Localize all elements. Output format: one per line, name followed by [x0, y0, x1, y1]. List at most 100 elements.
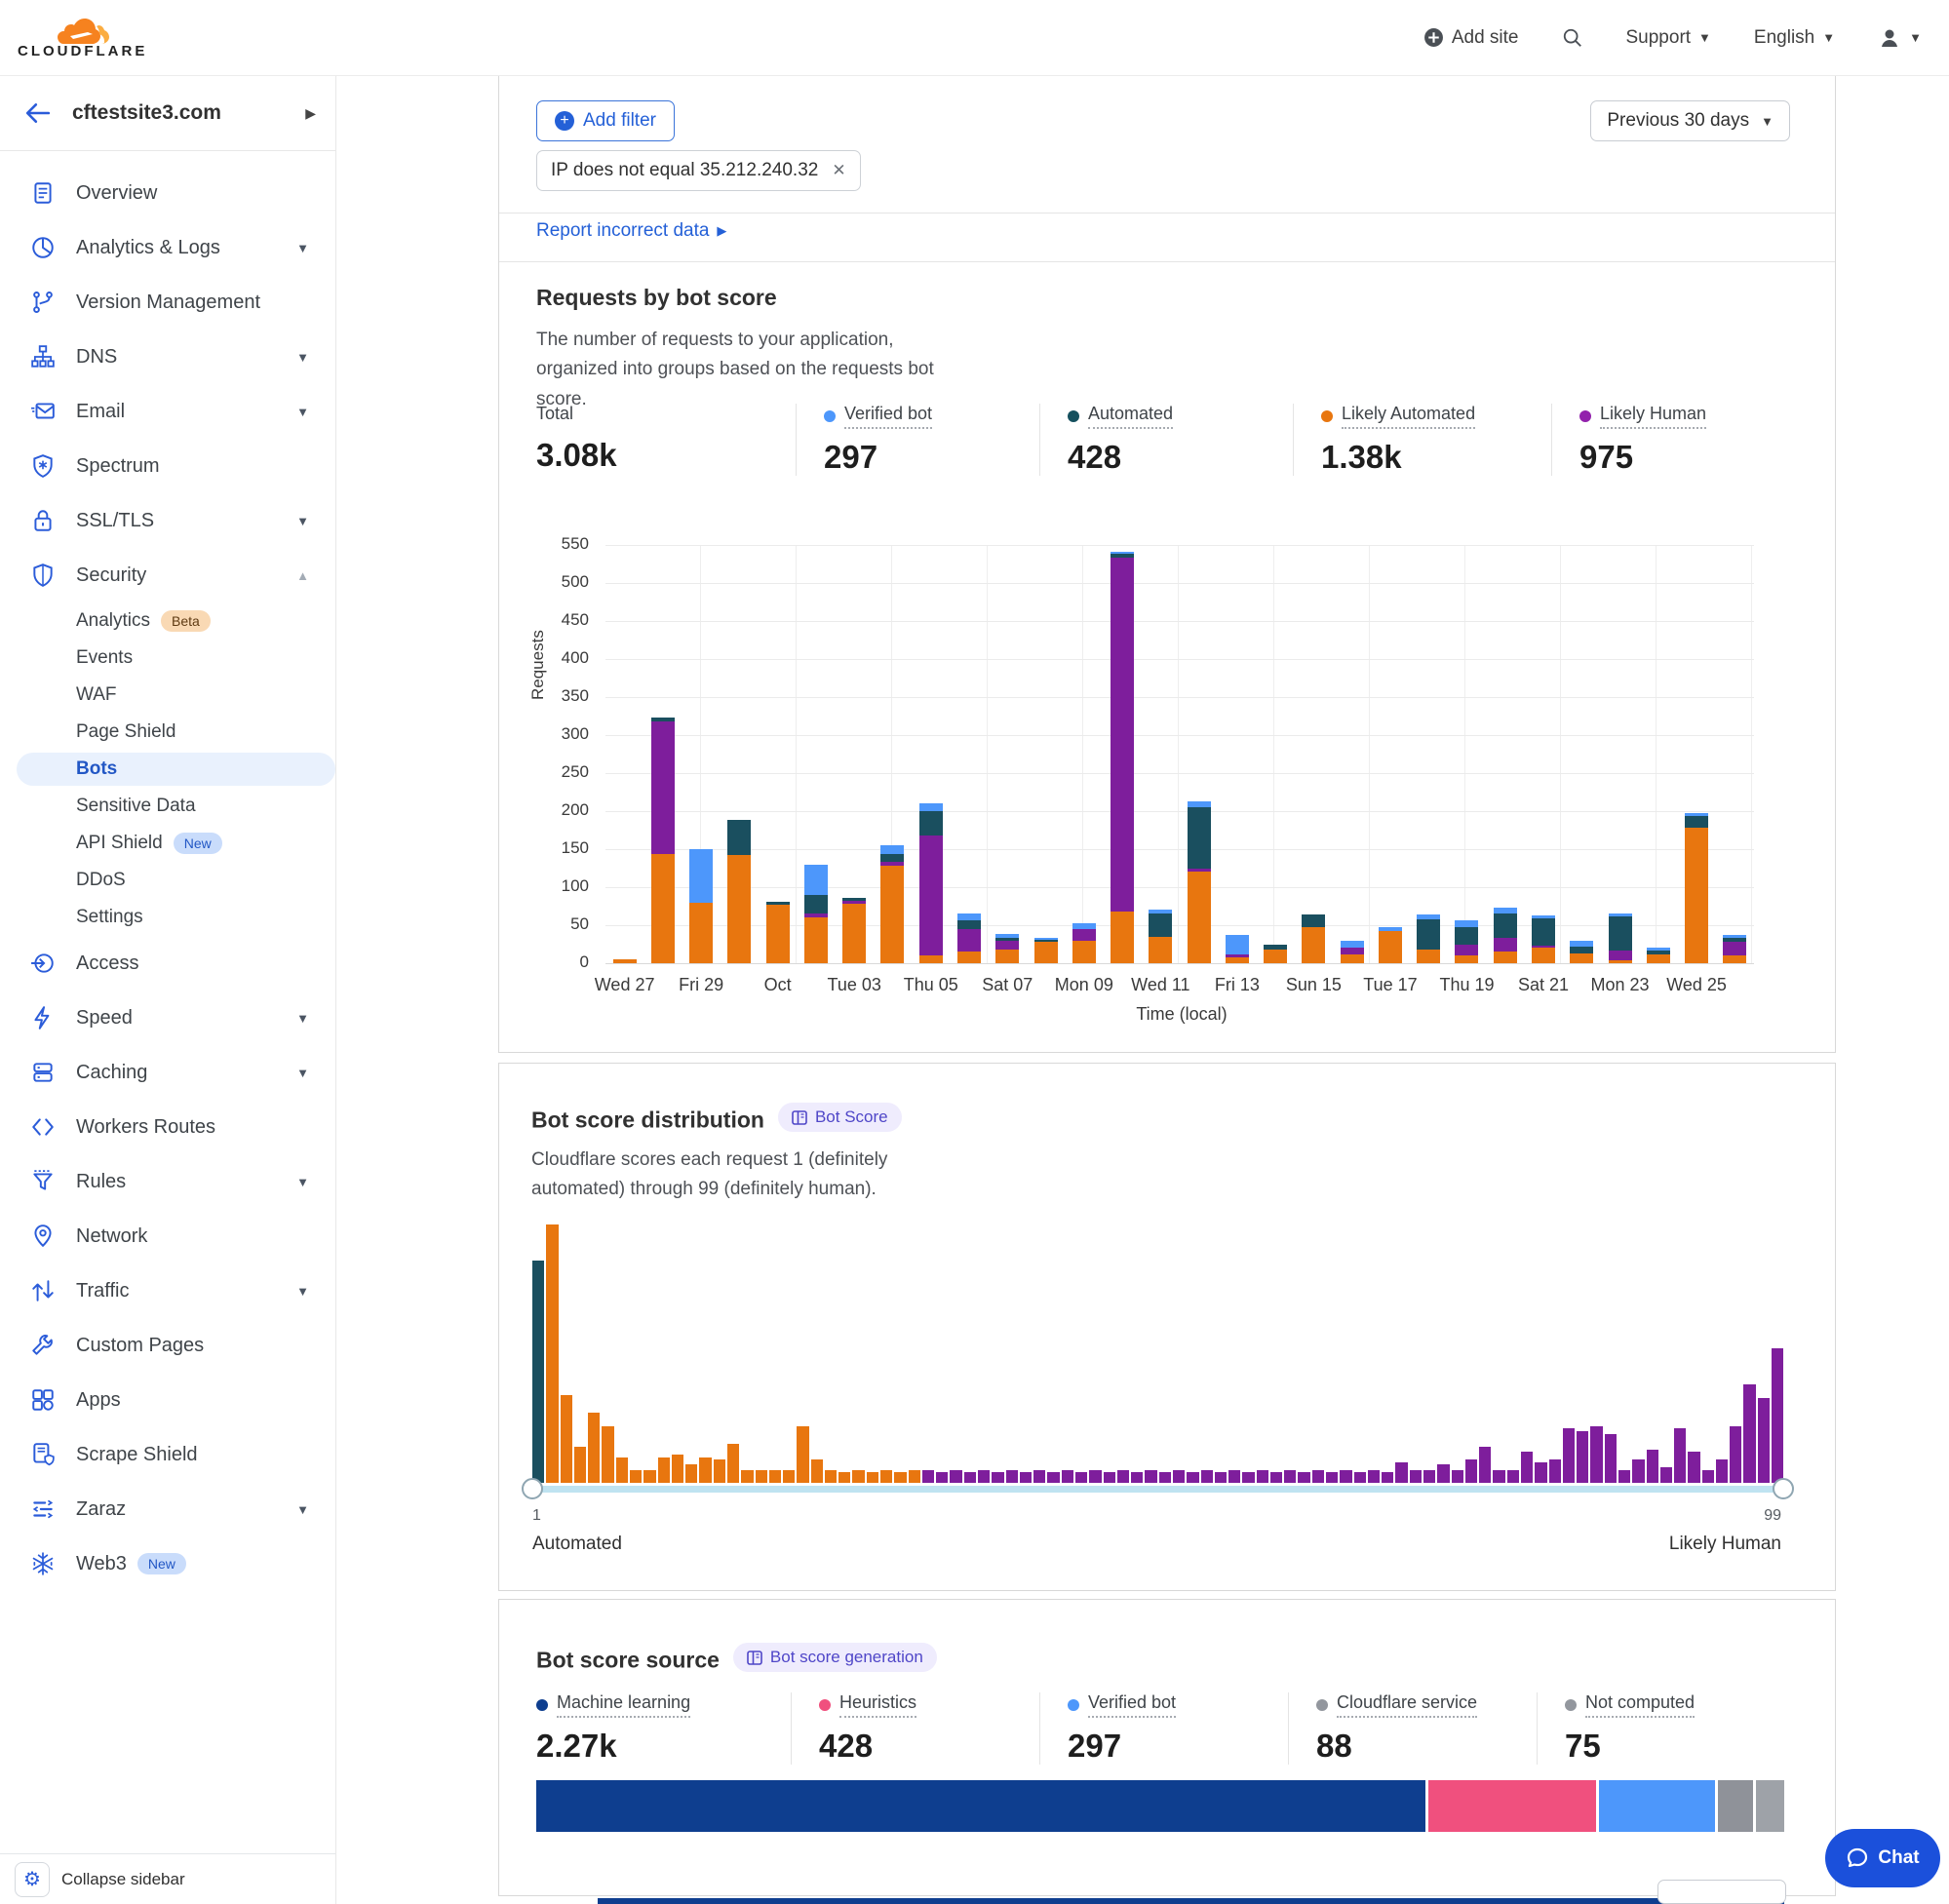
histogram-bar[interactable] [1758, 1398, 1770, 1483]
histogram-bar[interactable] [1493, 1470, 1504, 1483]
stacked-bar[interactable] [1685, 813, 1708, 963]
stacked-bar[interactable] [651, 718, 675, 963]
bot-score-badge[interactable]: Bot Score [778, 1103, 902, 1132]
stacked-bar[interactable] [689, 849, 713, 963]
histogram-bar[interactable] [1145, 1470, 1156, 1483]
histogram-bar[interactable] [1215, 1472, 1227, 1483]
histogram-bar[interactable] [1772, 1348, 1783, 1483]
histogram-bar[interactable] [1743, 1384, 1755, 1483]
histogram-bar[interactable] [546, 1224, 558, 1483]
histogram-bar[interactable] [1006, 1470, 1018, 1483]
sidebar-item-speed[interactable]: Speed▼ [0, 991, 335, 1045]
histogram-bar[interactable] [838, 1472, 850, 1483]
stacked-bar[interactable] [1455, 920, 1478, 963]
histogram-bar[interactable] [1270, 1472, 1282, 1483]
histogram-bar[interactable] [741, 1470, 753, 1483]
sidebar-item-web3[interactable]: Web3New [0, 1536, 335, 1591]
histogram-bar[interactable] [1410, 1470, 1422, 1483]
sidebar-item-ssl-tls[interactable]: SSL/TLS▼ [0, 493, 335, 548]
histogram-bar[interactable] [1047, 1472, 1059, 1483]
histogram-bar[interactable] [727, 1444, 739, 1483]
sidebar-item-analytics[interactable]: AnalyticsBeta [0, 602, 335, 640]
histogram-bar[interactable] [1062, 1470, 1073, 1483]
stacked-bar[interactable] [1264, 945, 1287, 963]
histogram-bar[interactable] [950, 1470, 961, 1483]
histogram-bar[interactable] [1201, 1470, 1213, 1483]
sidebar-item-workers-routes[interactable]: Workers Routes [0, 1100, 335, 1154]
sidebar-item-apps[interactable]: Apps [0, 1373, 335, 1427]
stacked-bar[interactable] [919, 803, 943, 963]
sidebar-item-network[interactable]: Network [0, 1209, 335, 1263]
histogram-bar[interactable] [1730, 1426, 1741, 1483]
source-segment-not-computed[interactable] [1756, 1780, 1784, 1832]
sidebar-item-security[interactable]: Security▲ [0, 548, 335, 602]
histogram-bar[interactable] [1033, 1470, 1045, 1483]
stacked-bar[interactable] [1723, 935, 1746, 963]
histogram-bar[interactable] [685, 1464, 697, 1483]
stacked-bar[interactable] [1532, 915, 1555, 963]
histogram-bar[interactable] [1507, 1470, 1519, 1483]
stacked-bar[interactable] [1341, 941, 1364, 963]
histogram-bar[interactable] [672, 1455, 683, 1483]
histogram-bar[interactable] [1605, 1434, 1617, 1483]
histogram-bar[interactable] [1465, 1459, 1477, 1483]
histogram-bar[interactable] [574, 1447, 586, 1483]
histogram-bar[interactable] [825, 1470, 837, 1483]
histogram-bar[interactable] [783, 1470, 795, 1483]
source-segment-heuristics[interactable] [1428, 1780, 1596, 1832]
histogram-bar[interactable] [1535, 1462, 1546, 1483]
sidebar-item-ddos[interactable]: DDoS [0, 862, 335, 899]
stacked-bar[interactable] [1111, 552, 1134, 963]
histogram-bar[interactable] [1075, 1472, 1087, 1483]
histogram-bar[interactable] [714, 1459, 725, 1483]
histogram-bar[interactable] [699, 1457, 711, 1484]
histogram-bar[interactable] [1228, 1470, 1240, 1483]
histogram-bar[interactable] [797, 1426, 808, 1483]
stacked-bar[interactable] [766, 902, 790, 963]
histogram-bar[interactable] [909, 1470, 920, 1483]
sidebar-item-events[interactable]: Events [0, 640, 335, 677]
histogram-bar[interactable] [1104, 1472, 1115, 1483]
stacked-bar[interactable] [1379, 927, 1402, 963]
histogram-bar[interactable] [1521, 1452, 1533, 1483]
stacked-bar[interactable] [1149, 910, 1172, 963]
back-arrow-icon[interactable] [25, 102, 51, 124]
filter-chip[interactable]: IP does not equal 35.212.240.32 ✕ [536, 150, 861, 191]
histogram-bar[interactable] [1452, 1470, 1463, 1483]
search-button[interactable] [1562, 27, 1583, 49]
histogram-bar[interactable] [532, 1261, 544, 1483]
histogram-bar[interactable] [852, 1470, 864, 1483]
histogram-bar[interactable] [1187, 1472, 1198, 1483]
histogram-bar[interactable] [1716, 1459, 1728, 1483]
stacked-bar[interactable] [613, 959, 637, 963]
histogram-bar[interactable] [1632, 1459, 1644, 1483]
histogram-bar[interactable] [1647, 1450, 1658, 1483]
source-segment-machine-learning[interactable] [536, 1780, 1425, 1832]
language-menu[interactable]: English ▼ [1754, 27, 1835, 49]
sidebar-item-rules[interactable]: Rules▼ [0, 1154, 335, 1209]
slider-handle-max[interactable] [1773, 1478, 1794, 1499]
histogram-bar[interactable] [922, 1470, 934, 1483]
histogram-bar[interactable] [1423, 1470, 1435, 1483]
stacked-bar[interactable] [804, 865, 828, 963]
histogram-bar[interactable] [1702, 1470, 1714, 1483]
histogram-bar[interactable] [992, 1472, 1003, 1483]
histogram-bar[interactable] [880, 1470, 892, 1483]
histogram-bar[interactable] [964, 1472, 976, 1483]
histogram-bar[interactable] [1340, 1470, 1351, 1483]
histogram-bar[interactable] [1242, 1472, 1254, 1483]
histogram-bar[interactable] [1089, 1470, 1101, 1483]
histogram-bar[interactable] [1020, 1472, 1032, 1483]
histogram-bar[interactable] [1549, 1459, 1561, 1483]
gear-icon[interactable]: ⚙ [15, 1862, 50, 1897]
histogram-bar[interactable] [769, 1470, 781, 1483]
histogram-bar[interactable] [1354, 1472, 1366, 1483]
stacked-bar[interactable] [1647, 948, 1670, 963]
histogram-bar[interactable] [1577, 1431, 1588, 1483]
histogram-bar[interactable] [1395, 1462, 1407, 1483]
sidebar-item-spectrum[interactable]: Spectrum [0, 439, 335, 493]
histogram-bar[interactable] [658, 1457, 670, 1484]
histogram-bar[interactable] [1173, 1470, 1185, 1483]
report-incorrect-data-link[interactable]: Report incorrect data ▶ [536, 220, 726, 242]
histogram-bar[interactable] [867, 1472, 878, 1483]
